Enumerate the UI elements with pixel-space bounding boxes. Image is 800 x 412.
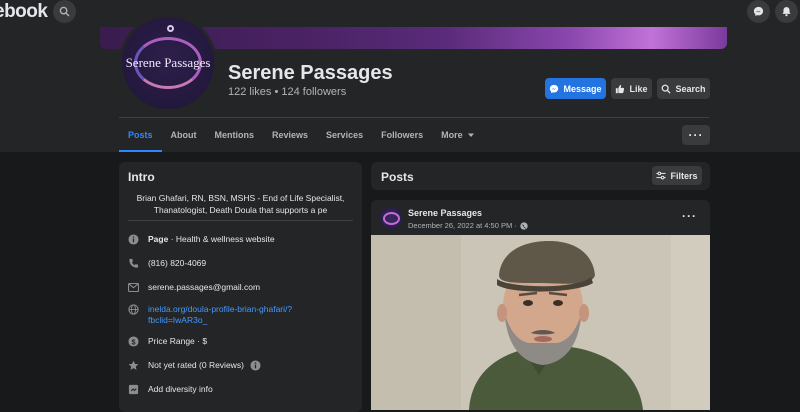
like-button-label: Like (629, 83, 648, 94)
tab-followers[interactable]: Followers (372, 118, 432, 152)
filters-label: Filters (670, 170, 698, 181)
messenger-icon (550, 84, 559, 93)
star-icon (128, 360, 139, 370)
diversity-icon (128, 384, 139, 395)
intro-divider (128, 220, 353, 221)
phone-icon (129, 258, 139, 268)
message-button[interactable]: Message (545, 78, 606, 99)
email-address[interactable]: serene.passages@gmail.com (148, 282, 260, 293)
page-category-row: Page · Health & wellness website (128, 234, 275, 245)
thumbs-up-icon (616, 84, 625, 93)
phone-row: (816) 820-4069 (128, 258, 206, 269)
page-stats[interactable]: 122 likes • 124 followers (228, 86, 346, 98)
messenger-icon (753, 6, 764, 17)
website-link-line: inelda.org/doula-profile-brian-ghafari/? (148, 304, 293, 314)
page-search-button[interactable]: Search (657, 78, 710, 99)
man-with-cap-photo (371, 235, 710, 410)
page-type-label: Page (148, 234, 169, 244)
page-category-text: · Health & wellness website (168, 234, 275, 244)
rating-text: Not yet rated (0 Reviews) (148, 360, 244, 370)
post-timestamp: December 26, 2022 at 4:50 PM · (408, 221, 528, 230)
phone-number[interactable]: (816) 820-4069 (148, 258, 206, 269)
posts-title: Posts (381, 170, 414, 184)
filters-button[interactable]: Filters (652, 166, 702, 185)
post-date-text[interactable]: December 26, 2022 at 4:50 PM · (408, 221, 517, 230)
info-icon (128, 234, 139, 245)
tab-reviews[interactable]: Reviews (263, 118, 317, 152)
avatar-logo-text: Serene Passages (125, 55, 211, 70)
rating-row: Not yet rated (0 Reviews) (128, 360, 261, 371)
tab-about[interactable]: About (162, 118, 206, 152)
dollar-icon: $ (128, 336, 139, 347)
page-title[interactable]: Serene Passages (228, 62, 393, 85)
page-avatar[interactable]: Serene Passages (119, 14, 217, 112)
website-link[interactable]: inelda.org/doula-profile-brian-ghafari/?… (148, 304, 292, 326)
search-button-label: Search (675, 83, 706, 94)
caret-down-icon (467, 133, 474, 137)
bio-line: Brian Ghafari, RN, BSN, MSHS - End of Li… (136, 193, 345, 203)
tab-mentions[interactable]: Mentions (206, 118, 264, 152)
bio-line: Thanatologist, Death Doula that supports… (153, 205, 328, 215)
tab-more-label: More (441, 130, 463, 140)
bell-icon (782, 7, 791, 17)
tab-posts[interactable]: Posts (119, 118, 162, 152)
notifications-button[interactable] (775, 0, 798, 23)
price-range-text: Price Range · $ (148, 336, 208, 346)
more-options-button[interactable]: ··· (682, 125, 710, 145)
search-icon (662, 84, 671, 93)
intro-bio: Brian Ghafari, RN, BSN, MSHS - End of Li… (128, 192, 353, 216)
message-button-label: Message (563, 83, 602, 94)
diversity-text: Add diversity info (148, 384, 213, 394)
diversity-row[interactable]: Add diversity info (128, 384, 213, 395)
top-navigation-bar: ebook (0, 0, 800, 24)
mail-icon (128, 283, 139, 292)
website-link-line: fbclid=IwAR3o_ (148, 315, 208, 325)
info-icon[interactable] (250, 360, 261, 371)
posts-header-card: Posts Filters (371, 162, 710, 190)
post-photo[interactable] (371, 235, 710, 410)
post-card: Serene Passages December 26, 2022 at 4:5… (371, 200, 710, 410)
messenger-button[interactable] (747, 0, 770, 23)
logo-dot-graphic (167, 25, 174, 32)
website-row: inelda.org/doula-profile-brian-ghafari/?… (128, 304, 292, 326)
ellipsis-icon: ··· (688, 128, 704, 142)
globe-icon (128, 304, 139, 315)
filters-icon (656, 171, 667, 180)
post-options-button[interactable]: ··· (682, 209, 697, 223)
post-author[interactable]: Serene Passages (408, 208, 482, 218)
search-icon (59, 6, 70, 17)
tab-services[interactable]: Services (317, 118, 372, 152)
like-button[interactable]: Like (611, 78, 652, 99)
globe-icon (520, 221, 528, 230)
email-row: serene.passages@gmail.com (128, 282, 260, 293)
price-range-row: $ Price Range · $ (128, 336, 207, 347)
svg-text:$: $ (131, 337, 135, 346)
page-tabs: Posts About Mentions Reviews Services Fo… (119, 118, 484, 152)
intro-card: Intro Brian Ghafari, RN, BSN, MSHS - End… (119, 162, 362, 412)
tab-more[interactable]: More (432, 118, 484, 152)
facebook-logo[interactable]: ebook (0, 1, 48, 23)
post-author-avatar[interactable] (380, 207, 402, 229)
search-button[interactable] (53, 0, 76, 23)
intro-title: Intro (128, 170, 155, 184)
